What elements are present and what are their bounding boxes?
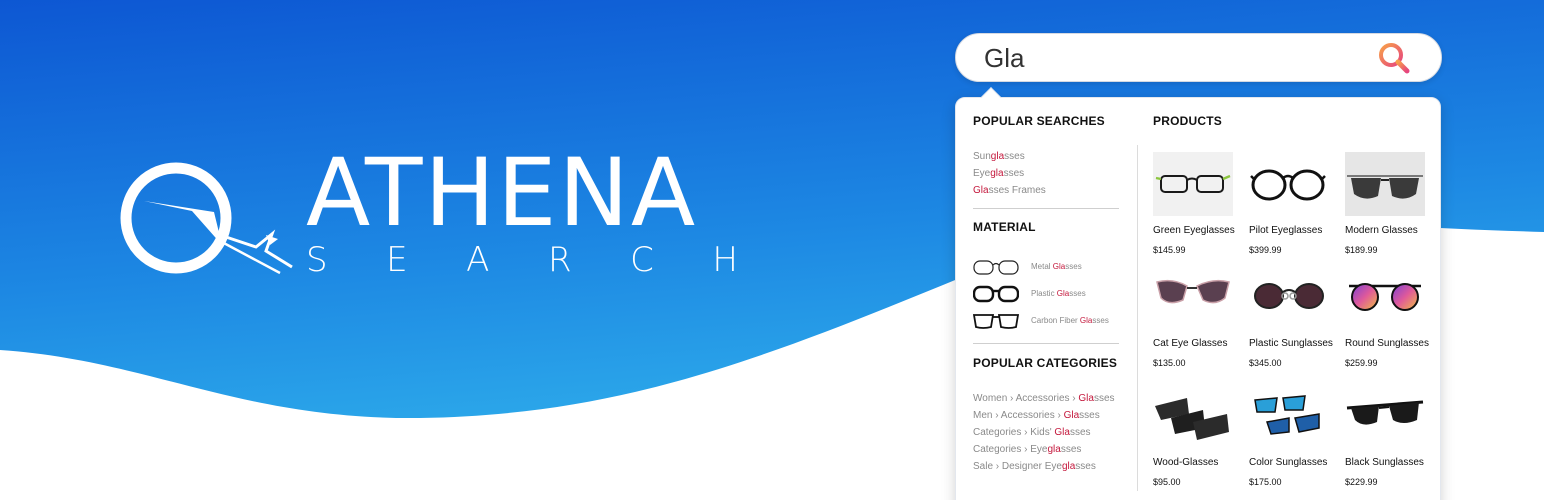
product-name[interactable]: Modern Glasses bbox=[1345, 225, 1418, 236]
round-sunglasses-image[interactable] bbox=[1345, 266, 1425, 330]
match-highlight: Gla bbox=[1078, 393, 1094, 404]
text-segment: sses bbox=[1075, 461, 1096, 472]
material-item-carbon-fiber[interactable]: Carbon Fiber Glasses bbox=[1031, 316, 1109, 325]
text-segment: sses bbox=[1065, 262, 1082, 271]
match-highlight: Gla bbox=[1056, 289, 1070, 298]
category-item[interactable]: Categories › Eyeglasses bbox=[973, 444, 1081, 455]
text-segment: Sale › Designer Eye bbox=[973, 461, 1062, 472]
match-highlight: Gla bbox=[1054, 427, 1070, 438]
product-price: $189.99 bbox=[1345, 245, 1378, 255]
brand-subtitle-letter: R bbox=[547, 240, 572, 280]
brand-subtitle-letter: C bbox=[630, 240, 654, 280]
brand-name: ATHENA bbox=[306, 139, 698, 248]
material-item-plastic[interactable]: Plastic Glasses bbox=[1031, 289, 1086, 298]
product-name[interactable]: Green Eyeglasses bbox=[1153, 225, 1235, 236]
brand-subtitle-letter: E bbox=[386, 240, 408, 280]
text-segment: Sun bbox=[973, 151, 991, 162]
section-divider bbox=[973, 208, 1119, 209]
carbon-fiber-glasses-icon bbox=[973, 314, 1019, 329]
wood-glasses-image[interactable] bbox=[1153, 388, 1233, 452]
product-price: $259.99 bbox=[1345, 358, 1378, 368]
text-segment: Carbon Fiber bbox=[1031, 316, 1080, 325]
match-highlight: Gla bbox=[1063, 410, 1080, 421]
text-segment: sses bbox=[1060, 444, 1082, 455]
match-highlight: gla bbox=[1061, 461, 1076, 472]
category-item[interactable]: Men › Accessories › Glasses bbox=[973, 410, 1100, 421]
popular-search-item[interactable]: Sunglasses bbox=[973, 151, 1025, 162]
category-item[interactable]: Women › Accessories › Glasses bbox=[973, 393, 1115, 404]
text-segment: Categories › Kids' bbox=[973, 427, 1055, 438]
text-segment: Men › Accessories › bbox=[973, 410, 1064, 421]
brand-subtitle-letter: H bbox=[712, 240, 738, 280]
match-highlight: Gla bbox=[973, 185, 989, 196]
material-item-metal[interactable]: Metal Glasses bbox=[1031, 262, 1082, 271]
column-divider bbox=[1137, 145, 1138, 491]
product-price: $399.99 bbox=[1249, 245, 1282, 255]
text-segment: sses Frames bbox=[988, 185, 1046, 196]
text-segment: Categories › Eye bbox=[973, 444, 1048, 455]
product-price: $95.00 bbox=[1153, 477, 1181, 487]
text-segment: Metal bbox=[1031, 262, 1053, 271]
cat-eye-glasses-image[interactable] bbox=[1153, 266, 1233, 330]
athena-logo-icon bbox=[120, 162, 293, 275]
product-price: $135.00 bbox=[1153, 358, 1186, 368]
product-name[interactable]: Plastic Sunglasses bbox=[1249, 338, 1333, 349]
metal-glasses-icon bbox=[973, 260, 1019, 275]
text-segment: sses bbox=[1093, 393, 1115, 404]
brand-subtitle: S E A R C H bbox=[306, 240, 738, 280]
product-price: $229.99 bbox=[1345, 477, 1378, 487]
search-icon[interactable] bbox=[1376, 40, 1412, 76]
modern-glasses-image[interactable] bbox=[1345, 152, 1425, 216]
brand-subtitle-letter: S bbox=[306, 240, 328, 280]
product-name[interactable]: Round Sunglasses bbox=[1345, 338, 1429, 349]
search-input[interactable] bbox=[984, 40, 1364, 76]
color-sunglasses-image[interactable] bbox=[1249, 388, 1329, 452]
product-name[interactable]: Black Sunglasses bbox=[1345, 457, 1424, 468]
search-bar bbox=[955, 33, 1442, 82]
match-highlight: Gla bbox=[1079, 316, 1093, 325]
match-highlight: gla bbox=[990, 151, 1005, 162]
plastic-glasses-icon bbox=[973, 285, 1019, 303]
text-segment: Plastic bbox=[1031, 289, 1057, 298]
match-highlight: gla bbox=[990, 168, 1004, 179]
text-segment: sses bbox=[1069, 289, 1086, 298]
popular-searches-title: POPULAR SEARCHES bbox=[973, 114, 1105, 128]
product-price: $145.99 bbox=[1153, 245, 1186, 255]
popular-categories-title: POPULAR CATEGORIES bbox=[973, 356, 1118, 370]
section-divider bbox=[973, 343, 1119, 344]
category-item[interactable]: Categories › Kids' Glasses bbox=[973, 427, 1091, 438]
product-name[interactable]: Pilot Eyeglasses bbox=[1249, 225, 1322, 236]
match-highlight: gla bbox=[1047, 444, 1061, 455]
text-segment: sses bbox=[1092, 316, 1109, 325]
text-segment: sses bbox=[1003, 168, 1025, 179]
popular-search-item[interactable]: Glasses Frames bbox=[973, 185, 1046, 196]
popular-search-item[interactable]: Eyeglasses bbox=[973, 168, 1024, 179]
product-name[interactable]: Wood-Glasses bbox=[1153, 457, 1218, 468]
text-segment: sses bbox=[1069, 427, 1091, 438]
product-name[interactable]: Color Sunglasses bbox=[1249, 457, 1327, 468]
product-price: $345.00 bbox=[1249, 358, 1282, 368]
match-highlight: Gla bbox=[1052, 262, 1066, 271]
black-sunglasses-image[interactable] bbox=[1345, 388, 1425, 452]
text-segment: sses bbox=[1079, 410, 1100, 421]
category-item[interactable]: Sale › Designer Eyeglasses bbox=[973, 461, 1096, 472]
text-segment: Women › Accessories › bbox=[973, 393, 1079, 404]
product-name[interactable]: Cat Eye Glasses bbox=[1153, 338, 1227, 349]
plastic-sunglasses-image[interactable] bbox=[1249, 266, 1329, 330]
product-price: $175.00 bbox=[1249, 477, 1282, 487]
text-segment: sses bbox=[1004, 151, 1025, 162]
pilot-eyeglasses-image[interactable] bbox=[1249, 152, 1329, 216]
brand-subtitle-letter: A bbox=[466, 240, 490, 280]
products-title: PRODUCTS bbox=[1153, 114, 1222, 128]
material-title: MATERIAL bbox=[973, 220, 1036, 234]
text-segment: Eye bbox=[973, 168, 991, 179]
green-eyeglasses-image[interactable] bbox=[1153, 152, 1233, 216]
